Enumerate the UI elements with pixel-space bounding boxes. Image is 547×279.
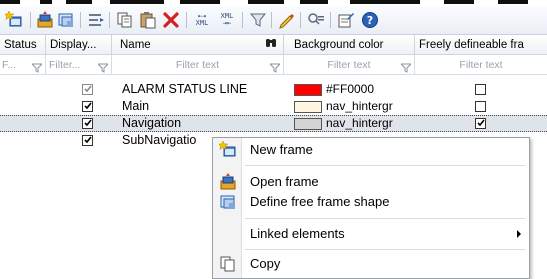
name-cell: ALARM STATUS LINE xyxy=(122,82,248,96)
xml-import-icon[interactable]: XML ⇥⇤ xyxy=(217,10,237,30)
define-shape-icon[interactable] xyxy=(56,10,76,30)
background-color-value: #FF0000 xyxy=(326,82,375,96)
column-header-status[interactable]: Status xyxy=(0,35,46,55)
binoculars-icon[interactable] xyxy=(265,36,277,54)
filter-funnel-icon[interactable] xyxy=(268,60,282,74)
display-checkbox[interactable] xyxy=(82,118,93,129)
define-shape-icon xyxy=(219,193,237,211)
menu-item-label: New frame xyxy=(250,142,313,157)
background-color-value: nav_hintergr xyxy=(326,116,393,130)
freely-defineable-checkbox[interactable] xyxy=(475,101,486,112)
menu-item-copy[interactable]: Copy xyxy=(213,252,529,276)
align-icon[interactable] xyxy=(86,10,106,30)
menu-item-linked-elements[interactable]: Linked elements xyxy=(213,222,529,246)
menu-item-define-free-frame-shape[interactable]: Define free frame shape xyxy=(213,190,529,214)
table-row-selected[interactable]: Navigation nav_hintergr xyxy=(0,115,547,132)
menu-separator xyxy=(245,218,525,219)
menu-item-label: Define free frame shape xyxy=(250,194,390,209)
filter-funnel-icon[interactable] xyxy=(399,60,413,74)
column-header-display[interactable]: Display... xyxy=(46,35,112,55)
name-cell: SubNavigatio xyxy=(122,133,197,147)
delete-icon[interactable] xyxy=(161,10,181,30)
toolbar: ⇤⇥ XML XML ⇥⇤ ? xyxy=(0,6,547,35)
filter-options-icon[interactable] xyxy=(306,10,326,30)
column-header-freely-defineable[interactable]: Freely defineable fra xyxy=(415,35,547,55)
filter-funnel-icon[interactable] xyxy=(30,60,44,74)
display-checkbox[interactable] xyxy=(82,135,93,146)
table-row[interactable]: ALARM STATUS LINE #FF0000 xyxy=(0,81,547,98)
submenu-arrow-icon xyxy=(517,230,521,238)
column-label: Display... xyxy=(50,39,97,51)
background-color-value: nav_hintergr xyxy=(326,99,393,113)
svg-text:?: ? xyxy=(367,14,373,27)
menu-item-label: Linked elements xyxy=(250,226,345,241)
table-row[interactable]: Main nav_hintergr xyxy=(0,98,547,115)
open-frame-icon[interactable] xyxy=(35,10,55,30)
menu-item-new-frame[interactable]: New frame xyxy=(213,138,529,162)
copy-icon xyxy=(219,255,237,273)
column-header-name[interactable]: Name xyxy=(112,35,284,55)
column-label: Status xyxy=(4,39,37,51)
freely-defineable-checkbox[interactable] xyxy=(475,84,486,95)
column-header-background-color[interactable]: Background color xyxy=(284,35,415,55)
freely-defineable-checkbox[interactable] xyxy=(475,118,486,129)
filter-icon[interactable] xyxy=(248,10,268,30)
filter-funnel-icon[interactable] xyxy=(96,60,110,74)
xml-export-icon[interactable]: ⇤⇥ XML xyxy=(192,10,212,30)
name-cell: Navigation xyxy=(122,116,182,130)
display-checkbox[interactable] xyxy=(82,84,93,95)
color-swatch xyxy=(294,118,322,130)
menu-separator xyxy=(245,249,525,250)
edit-icon[interactable] xyxy=(276,10,296,30)
color-swatch xyxy=(294,84,322,96)
menu-item-label: Copy xyxy=(250,256,281,271)
filter-input-background-color[interactable]: Filter text xyxy=(284,55,415,75)
filter-input-status[interactable]: F... xyxy=(0,55,46,75)
name-cell: Main xyxy=(122,99,150,113)
column-label: Background color xyxy=(294,39,384,51)
help-icon[interactable]: ? xyxy=(360,10,380,30)
filter-input-name[interactable]: Filter text xyxy=(112,55,284,75)
filter-input-display[interactable]: Filter... xyxy=(46,55,112,75)
column-label: Freely defineable fra xyxy=(419,39,524,51)
display-checkbox[interactable] xyxy=(82,101,93,112)
copy-icon[interactable] xyxy=(115,10,135,30)
menu-separator xyxy=(245,165,525,166)
color-swatch xyxy=(294,101,322,113)
paste-icon[interactable] xyxy=(138,10,158,30)
new-frame-icon[interactable] xyxy=(4,10,24,30)
open-frame-icon xyxy=(219,173,237,191)
context-menu: New frame Open frame Define free frame s… xyxy=(212,137,530,279)
column-label: Name xyxy=(120,39,151,51)
new-frame-icon xyxy=(217,140,237,159)
properties-icon[interactable] xyxy=(336,10,356,30)
filter-input-freely-defineable[interactable]: Filter text xyxy=(415,55,547,75)
